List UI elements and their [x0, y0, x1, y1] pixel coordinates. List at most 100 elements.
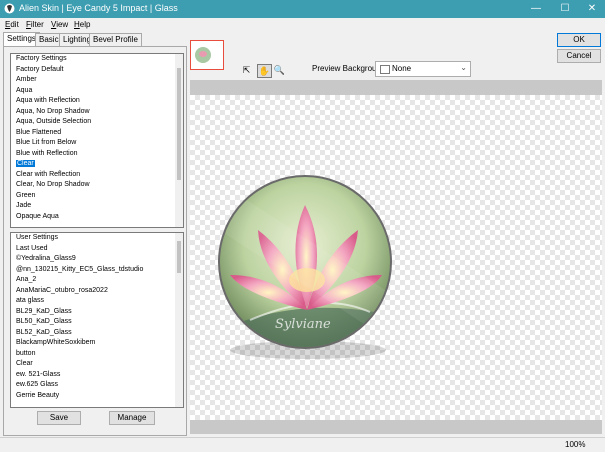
hand-tool-icon[interactable]: ✋ — [257, 64, 272, 78]
list-item[interactable]: ew. 521-Glass — [11, 370, 183, 381]
list-item-label: Jade — [16, 202, 32, 209]
list-item-label: BlackampWhiteSoxkibem — [16, 339, 96, 346]
preview-navigator[interactable] — [190, 40, 224, 70]
list-item[interactable]: Jade — [11, 201, 183, 212]
list-item[interactable]: Last Used — [11, 244, 183, 255]
zoom-tool-icon[interactable]: 🔍 — [273, 64, 286, 76]
list-item-label: button — [16, 349, 36, 357]
menu-bar: Edit Filter View Help — [0, 18, 605, 31]
settings-panel: Factory Settings Factory Default Amber Aqua… — [3, 46, 187, 436]
menu-help[interactable]: Help — [74, 20, 90, 29]
menu-edit[interactable]: Edit — [5, 20, 19, 29]
list-item[interactable]: Clear with Reflection — [11, 170, 183, 181]
maximize-button[interactable]: ☐ — [552, 0, 578, 18]
list-item[interactable]: Aqua with Reflection — [11, 96, 183, 107]
preview-background-value: None — [392, 64, 412, 73]
list-item[interactable]: Aqua, No Drop Shadow — [11, 107, 183, 118]
list-item[interactable]: AnaMariaC_otubro_rosa2022 — [11, 286, 183, 297]
list-item[interactable]: Opaque Aqua — [11, 212, 183, 223]
list-item-label: Factory Settings — [16, 55, 67, 62]
list-item-label: Aqua — [16, 86, 33, 94]
list-item-label: ata glass — [16, 297, 45, 304]
factory-settings-list[interactable]: Factory Settings Factory Default Amber Aqua… — [10, 53, 184, 228]
background-swatch — [380, 65, 390, 74]
user-settings-list[interactable]: User Settings Last Used ©Yedralina_Glass9 @… — [10, 232, 184, 408]
ok-button[interactable]: OK — [557, 33, 601, 47]
list-item[interactable]: BL52_KaD_Glass — [11, 328, 183, 339]
list-item[interactable]: BL50_KaD_Glass — [11, 317, 183, 328]
list-item[interactable]: Clear — [11, 359, 183, 370]
list-item[interactable]: Clear, No Drop Shadow — [11, 180, 183, 191]
list-item-label: BL29_KaD_Glass — [16, 307, 72, 315]
watermark-signature: Sylviane — [275, 317, 331, 332]
list-item[interactable]: ata glass — [11, 296, 183, 307]
list-item[interactable]: Green — [11, 191, 183, 202]
glass-orb-preview: Sylviane — [218, 175, 392, 359]
list-item[interactable]: Blue Flattened — [11, 128, 183, 139]
save-button[interactable]: Save — [37, 411, 81, 425]
list-item-label: User Settings — [16, 234, 59, 241]
user-settings-header: User Settings — [11, 233, 183, 244]
list-item-label: Opaque Aqua — [16, 212, 59, 220]
list-item[interactable]: Gerrie Beauty — [11, 391, 183, 402]
select-tool-icon[interactable]: ⇱ — [240, 64, 253, 76]
list-item-label: Amber — [16, 76, 37, 83]
list-item-label: Blue Lit from Below — [16, 139, 77, 146]
list-item-label: Aqua, No Drop Shadow — [16, 107, 90, 115]
list-item[interactable]: Blue Lit from Below — [11, 138, 183, 149]
factory-settings-header: Factory Settings — [11, 54, 183, 65]
list-item[interactable]: BlackampWhiteSoxkibem — [11, 338, 183, 349]
list-item-label: Clear with Reflection — [16, 170, 81, 178]
factory-scroll-thumb[interactable] — [177, 68, 181, 180]
list-item-label: Aqua with Reflection — [16, 97, 80, 104]
list-item-label: Clear, No Drop Shadow — [16, 181, 90, 188]
navigator-thumbnail-icon — [195, 47, 211, 63]
list-item-label: Ana_2 — [16, 276, 37, 283]
list-item[interactable]: Aqua — [11, 86, 183, 97]
close-button[interactable]: ✕ — [579, 0, 605, 18]
cancel-button[interactable]: Cancel — [557, 49, 601, 63]
manage-button[interactable]: Manage — [109, 411, 155, 425]
list-item-label: Clear — [16, 360, 33, 367]
menu-view[interactable]: View — [51, 20, 68, 29]
alien-skin-logo-icon — [4, 3, 15, 14]
list-item[interactable]: ew.625 Glass — [11, 380, 183, 391]
list-item[interactable]: ©Yedralina_Glass9 — [11, 254, 183, 265]
list-item-label: Blue Flattened — [16, 128, 62, 136]
menu-filter[interactable]: Filter — [26, 20, 44, 29]
status-bar: 100% — [0, 437, 605, 452]
list-item-label: ew.625 Glass — [16, 381, 59, 388]
user-scrollbar[interactable] — [175, 233, 183, 407]
list-item[interactable]: Clear — [11, 159, 183, 170]
list-item-label: Blue with Reflection — [16, 149, 78, 157]
list-item-label: Factory Default — [16, 65, 64, 73]
tab-bevel-profile[interactable]: Bevel Profile — [89, 33, 142, 46]
list-item[interactable]: Factory Default — [11, 65, 183, 76]
user-scroll-thumb[interactable] — [177, 241, 181, 273]
list-item[interactable]: button — [11, 349, 183, 360]
title-bar: Alien Skin | Eye Candy 5 Impact | Glass … — [0, 0, 605, 18]
preview-canvas[interactable]: Sylviane — [190, 80, 602, 434]
list-item-label: Green — [16, 191, 36, 199]
factory-scrollbar[interactable] — [175, 54, 183, 227]
list-item-label: BL52_KaD_Glass — [16, 328, 72, 336]
list-item-label: @nn_130215_Kitty_EC5_Glass_tdstudio — [16, 265, 144, 273]
list-item-label: Aqua, Outside Selection — [16, 118, 92, 125]
chevron-down-icon: ⌄ — [460, 63, 467, 72]
minimize-button[interactable]: — — [523, 0, 549, 18]
list-item[interactable]: BL29_KaD_Glass — [11, 307, 183, 318]
list-item[interactable]: Aqua, Outside Selection — [11, 117, 183, 128]
list-item[interactable]: @nn_130215_Kitty_EC5_Glass_tdstudio — [11, 265, 183, 276]
preview-background-select[interactable]: None ⌄ — [375, 61, 471, 77]
list-item[interactable]: Ana_2 — [11, 275, 183, 286]
list-item-label: BL50_KaD_Glass — [16, 318, 72, 325]
list-item-label: Gerrie Beauty — [16, 391, 60, 399]
list-item-label: ©Yedralina_Glass9 — [16, 255, 76, 262]
list-item[interactable]: Blue with Reflection — [11, 149, 183, 160]
window-title: Alien Skin | Eye Candy 5 Impact | Glass — [19, 3, 178, 13]
list-item-label: AnaMariaC_otubro_rosa2022 — [16, 286, 108, 294]
zoom-level: 100% — [565, 440, 586, 449]
list-item-label: Clear — [16, 160, 35, 167]
list-item[interactable]: Amber — [11, 75, 183, 86]
list-item-label: ew. 521-Glass — [16, 370, 61, 378]
